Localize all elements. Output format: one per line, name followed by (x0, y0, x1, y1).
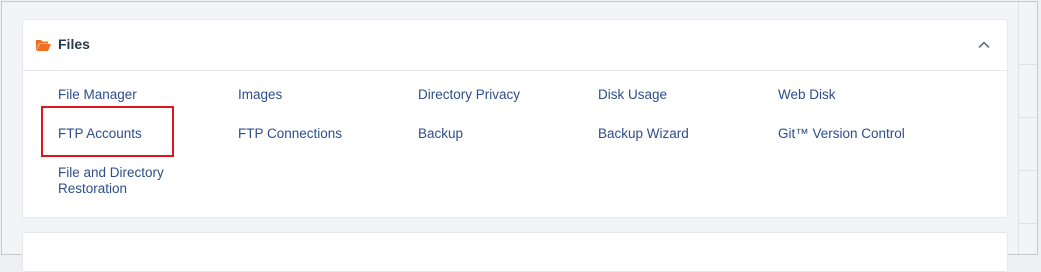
section-title: Files (58, 36, 90, 52)
edge-divider (1019, 64, 1037, 65)
link-backup[interactable]: Backup (418, 126, 463, 142)
link-directory-privacy[interactable]: Directory Privacy (418, 87, 520, 103)
link-ftp-connections[interactable]: FTP Connections (238, 126, 342, 142)
files-panel: Files File Manager Images Directory Priv… (22, 19, 1008, 218)
files-panel-header[interactable]: Files (23, 20, 1007, 71)
edge-divider (1019, 170, 1037, 171)
link-ftp-accounts[interactable]: FTP Accounts (58, 126, 142, 142)
link-web-disk[interactable]: Web Disk (778, 87, 836, 103)
link-file-manager[interactable]: File Manager (58, 87, 137, 103)
scrollbar-track[interactable] (1018, 2, 1019, 254)
folder-open-icon (36, 40, 51, 51)
next-panel (22, 232, 1008, 272)
link-git-version-control[interactable]: Git™ Version Control (778, 126, 905, 142)
chevron-up-icon[interactable] (977, 38, 991, 52)
link-file-directory-restoration[interactable]: File and Directory Restoration (58, 165, 208, 197)
link-images[interactable]: Images (238, 87, 282, 103)
edge-divider (1019, 223, 1037, 224)
link-disk-usage[interactable]: Disk Usage (598, 87, 667, 103)
link-backup-wizard[interactable]: Backup Wizard (598, 126, 689, 142)
edge-divider (1019, 117, 1037, 118)
